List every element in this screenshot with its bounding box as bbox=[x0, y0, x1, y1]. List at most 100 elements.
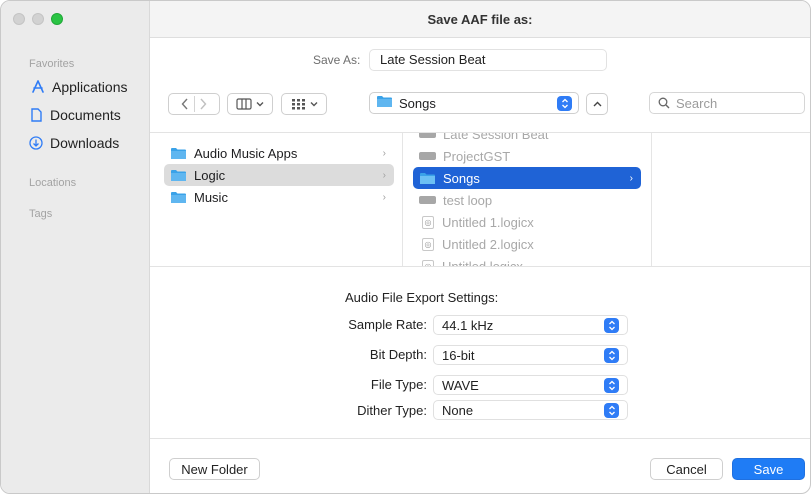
file-type-popup[interactable]: WAVE bbox=[433, 375, 628, 395]
row-label: Audio Music Apps bbox=[194, 145, 298, 161]
chevron-up-icon bbox=[593, 101, 601, 107]
dither-type-label: Dither Type: bbox=[357, 403, 427, 418]
back-button[interactable] bbox=[177, 94, 194, 114]
chevron-right-icon: › bbox=[629, 172, 633, 184]
chevron-right-icon bbox=[200, 98, 207, 110]
logic-file-icon: ◎ bbox=[422, 215, 434, 229]
browser-column-3 bbox=[652, 133, 810, 266]
forward-button[interactable] bbox=[195, 94, 212, 114]
bit-depth-value: 16-bit bbox=[442, 347, 475, 363]
row-label: Late Session Beat bbox=[443, 132, 549, 142]
browser-row-audio-music-apps[interactable]: Audio Music Apps › bbox=[164, 142, 394, 164]
columns-view-icon bbox=[236, 98, 252, 110]
chevron-right-icon: › bbox=[382, 147, 386, 159]
folder-icon bbox=[170, 147, 187, 160]
stepper-icon bbox=[557, 95, 572, 111]
footer-divider bbox=[150, 438, 810, 439]
row-label: Songs bbox=[443, 170, 480, 186]
save-button[interactable]: Save bbox=[732, 458, 805, 480]
browser-column-1: Audio Music Apps › Logic › Music › bbox=[150, 133, 403, 266]
stepper-icon bbox=[604, 402, 619, 418]
location-popup-label: Songs bbox=[399, 95, 436, 111]
close-window-button[interactable] bbox=[13, 13, 25, 25]
folder-icon bbox=[376, 95, 393, 111]
stepper-icon bbox=[604, 317, 619, 333]
chevron-left-icon bbox=[181, 98, 188, 110]
sample-rate-label: Sample Rate: bbox=[348, 317, 427, 332]
document-icon bbox=[29, 108, 43, 122]
locations-heading: Locations bbox=[29, 177, 77, 189]
browser-column-2: Late Session Beat ProjectGST Songs › tes… bbox=[403, 133, 652, 266]
sidebar-item-documents[interactable]: Documents bbox=[29, 107, 121, 123]
chevron-down-icon bbox=[256, 102, 264, 107]
save-as-label: Save As: bbox=[313, 53, 361, 67]
dither-type-popup[interactable]: None bbox=[433, 400, 628, 420]
folder-icon bbox=[419, 172, 436, 185]
sidebar-item-applications[interactable]: Applications bbox=[31, 79, 128, 95]
browser-row-logic[interactable]: Logic › bbox=[164, 164, 394, 186]
browser-row-untitled-1: ◎ Untitled 1.logicx bbox=[413, 211, 641, 233]
row-label: Untitled 2.logicx bbox=[442, 236, 534, 252]
browser-row-test-loop: test loop bbox=[413, 189, 641, 211]
sample-rate-popup[interactable]: 44.1 kHz bbox=[433, 315, 628, 335]
row-label: ProjectGST bbox=[443, 148, 511, 164]
logic-file-icon: ◎ bbox=[422, 259, 434, 266]
stepper-icon bbox=[604, 347, 619, 363]
window-title: Save AAF file as: bbox=[150, 1, 810, 38]
browser-row-projectgst: ProjectGST bbox=[413, 145, 641, 167]
location-popup[interactable]: Songs bbox=[369, 92, 579, 114]
row-label: test loop bbox=[443, 192, 493, 208]
stepper-icon bbox=[604, 377, 619, 393]
logic-file-icon: ◎ bbox=[422, 237, 434, 251]
browser-row-songs[interactable]: Songs › bbox=[413, 167, 641, 189]
save-as-input[interactable]: Late Session Beat bbox=[369, 49, 607, 71]
file-browser: Audio Music Apps › Logic › Music › Late … bbox=[150, 132, 810, 267]
project-icon bbox=[419, 133, 436, 138]
dither-type-value: None bbox=[442, 402, 474, 418]
save-dialog: Favorites Applications Documents Downloa… bbox=[0, 0, 811, 494]
row-label: Music bbox=[194, 189, 228, 205]
favorites-heading: Favorites bbox=[29, 58, 75, 70]
zoom-window-button[interactable] bbox=[51, 13, 63, 25]
bit-depth-label: Bit Depth: bbox=[369, 347, 427, 362]
browser-row-untitled: ◎ Untitled.logicx bbox=[413, 255, 641, 267]
sidebar-item-label: Documents bbox=[50, 107, 121, 123]
browser-row-late-session-beat: Late Session Beat bbox=[413, 132, 641, 145]
file-type-value: WAVE bbox=[442, 377, 479, 393]
window-controls bbox=[13, 13, 63, 25]
folder-icon bbox=[170, 169, 187, 182]
group-items-button[interactable] bbox=[281, 93, 327, 115]
folder-icon bbox=[170, 191, 187, 204]
tags-heading: Tags bbox=[29, 208, 53, 220]
chevron-down-icon bbox=[310, 102, 317, 107]
search-icon bbox=[658, 97, 670, 109]
download-icon bbox=[29, 136, 43, 150]
cancel-button[interactable]: Cancel bbox=[650, 458, 723, 480]
file-type-label: File Type: bbox=[370, 377, 427, 392]
project-icon bbox=[419, 152, 436, 160]
view-columns-button[interactable] bbox=[227, 93, 273, 115]
sidebar: Favorites Applications Documents Downloa… bbox=[1, 1, 150, 493]
applications-icon bbox=[31, 80, 45, 94]
bit-depth-popup[interactable]: 16-bit bbox=[433, 345, 628, 365]
chevron-right-icon: › bbox=[382, 169, 386, 181]
chevron-right-icon: › bbox=[382, 191, 386, 203]
search-field[interactable]: Search bbox=[649, 92, 805, 114]
browser-row-music[interactable]: Music › bbox=[164, 186, 394, 208]
new-folder-button[interactable]: New Folder bbox=[169, 458, 260, 480]
sidebar-item-downloads[interactable]: Downloads bbox=[29, 135, 119, 151]
grid-icon bbox=[291, 99, 305, 110]
back-forward-buttons bbox=[168, 93, 220, 115]
browser-row-untitled-2: ◎ Untitled 2.logicx bbox=[413, 233, 641, 255]
row-label: Untitled.logicx bbox=[442, 258, 523, 267]
search-placeholder: Search bbox=[676, 95, 718, 111]
minimize-window-button[interactable] bbox=[32, 13, 44, 25]
row-label: Untitled 1.logicx bbox=[442, 214, 534, 230]
sample-rate-value: 44.1 kHz bbox=[442, 317, 494, 333]
row-label: Logic bbox=[194, 167, 226, 183]
sidebar-item-label: Downloads bbox=[50, 135, 120, 151]
export-settings-title: Audio File Export Settings: bbox=[345, 290, 499, 305]
sidebar-item-label: Applications bbox=[52, 79, 128, 95]
project-icon bbox=[419, 196, 436, 204]
expand-collapse-button[interactable] bbox=[586, 93, 608, 115]
